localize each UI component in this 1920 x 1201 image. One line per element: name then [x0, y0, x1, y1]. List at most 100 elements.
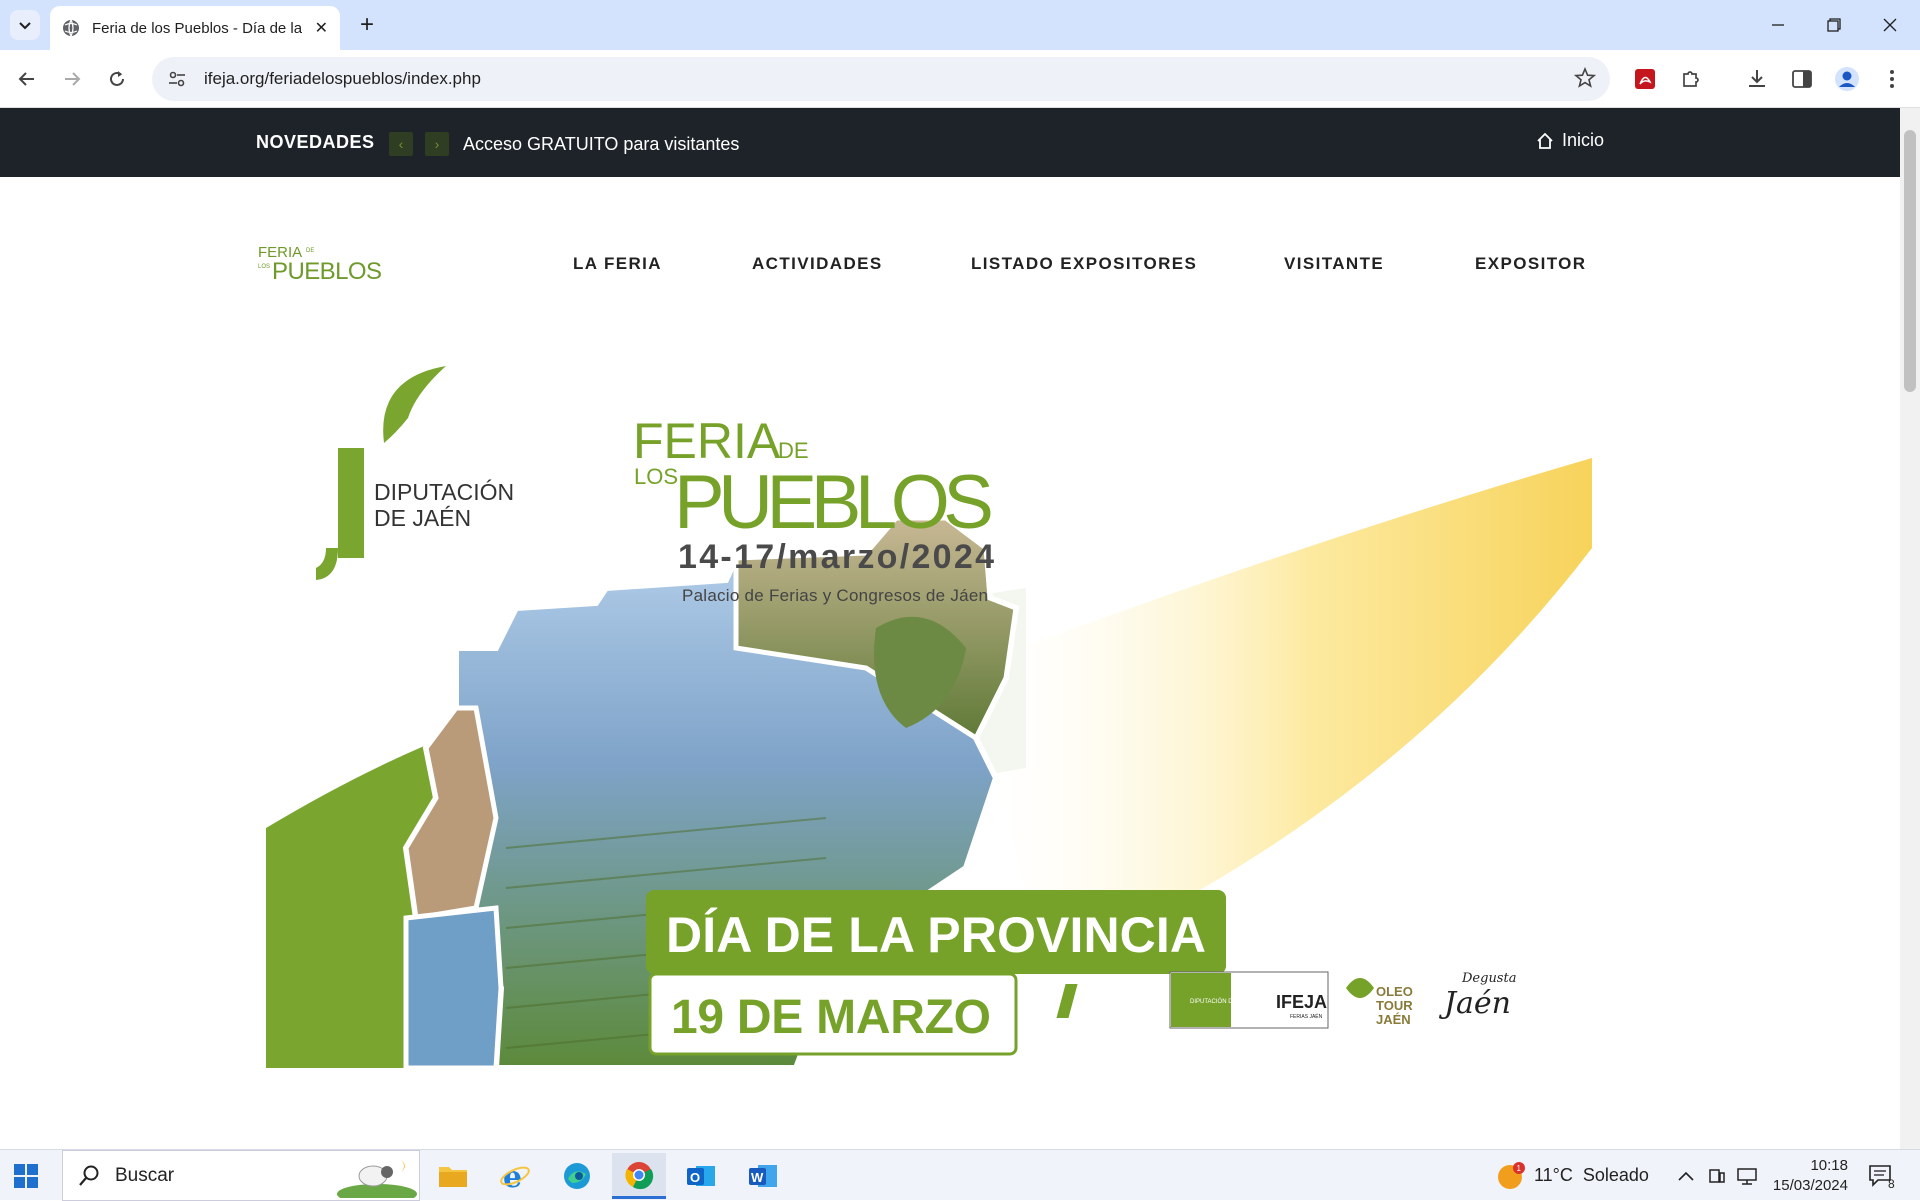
menu-actividades[interactable]: ACTIVIDADES	[752, 254, 883, 274]
taskbar-search-box[interactable]: Buscar	[62, 1150, 420, 1201]
scrollbar-thumb[interactable]	[1904, 130, 1916, 392]
sun-icon: 1	[1498, 1161, 1525, 1189]
ticker-text[interactable]: Acceso GRATUITO para visitantes	[463, 134, 739, 155]
taskbar-word[interactable]: W	[736, 1153, 790, 1199]
site-settings-icon[interactable]	[164, 70, 190, 88]
taskbar-chrome[interactable]	[612, 1153, 666, 1199]
oleotour-olive-icon	[1346, 978, 1374, 998]
chrome-icon	[625, 1161, 654, 1189]
tab-search-button[interactable]	[10, 10, 40, 40]
device-icon	[1709, 1168, 1725, 1183]
sponsor-diputacion-text: DIPUTACIÓN DE JAÉN	[1190, 998, 1254, 1005]
browser-toolbar: ifeja.org/feriadelospueblos/index.php	[0, 50, 1920, 108]
weather-widget[interactable]: 1 11°C Soleado	[1496, 1150, 1649, 1201]
close-icon	[1883, 18, 1897, 32]
menu-visitante[interactable]: VISITANTE	[1284, 254, 1384, 274]
headline-text: DÍA DE LA PROVINCIA	[666, 907, 1206, 963]
windows-start-icon[interactable]	[12, 1162, 40, 1190]
diputacion-leaf-icon	[383, 366, 446, 443]
minimize-button[interactable]	[1750, 0, 1806, 50]
svg-text:O: O	[690, 1170, 700, 1185]
show-hidden-icons-button[interactable]	[1678, 1150, 1694, 1201]
globe-icon	[63, 19, 79, 37]
menu-expositor[interactable]: EXPOSITOR	[1475, 254, 1586, 274]
word-icon: W	[749, 1165, 777, 1187]
minimize-icon	[1772, 24, 1784, 26]
taskbar-internet-explorer[interactable]: e	[488, 1153, 542, 1199]
taskbar-file-explorer[interactable]	[426, 1153, 480, 1199]
svg-text:e: e	[503, 1161, 522, 1191]
puzzle-icon	[1683, 71, 1699, 87]
tab-title: Feria de los Pueblos - Día de la	[92, 19, 302, 37]
taskbar-outlook[interactable]: O	[674, 1153, 728, 1199]
weather-text: 11°C Soleado	[1534, 1165, 1649, 1185]
menu-button[interactable]	[1875, 62, 1909, 96]
close-window-button[interactable]	[1862, 0, 1918, 50]
home-icon	[1537, 132, 1553, 149]
internet-explorer-icon: e	[500, 1161, 530, 1191]
url-text[interactable]: ifeja.org/feriadelospueblos/index.php	[204, 69, 481, 89]
title-los: LOS	[634, 464, 678, 489]
network-tray-icon[interactable]	[1736, 1150, 1758, 1201]
chevron-left-icon: ‹	[398, 136, 404, 152]
logo-los: LOS	[258, 264, 270, 270]
notification-count: 8	[1888, 1176, 1895, 1191]
devices-tray-icon[interactable]	[1708, 1150, 1726, 1201]
novedades-label: NOVEDADES	[256, 132, 375, 152]
taskbar-search-placeholder: Buscar	[115, 1164, 175, 1186]
reload-button[interactable]	[100, 62, 134, 96]
download-icon	[1749, 70, 1765, 87]
inicio-label: Inicio	[1562, 130, 1605, 150]
outlook-icon: O	[687, 1166, 715, 1186]
arrow-right-icon	[65, 72, 81, 86]
sponsor-ifeja-sub: FERIAS JAÉN	[1290, 1013, 1323, 1020]
profile-button[interactable]	[1830, 62, 1864, 96]
taskbar-edge[interactable]	[550, 1153, 604, 1199]
browser-tabstrip: Feria de los Pueblos - Día de la ✕ +	[0, 0, 1920, 50]
folder-icon	[439, 1167, 467, 1187]
reload-icon	[110, 71, 124, 86]
sponsor-oleo-2: TOUR	[1376, 998, 1413, 1013]
ticker-prev-button[interactable]: ‹	[389, 132, 413, 156]
restore-icon	[1827, 18, 1841, 32]
pdf-extension-button[interactable]	[1628, 62, 1662, 96]
extensions-button[interactable]	[1674, 62, 1708, 96]
back-button[interactable]	[10, 62, 44, 96]
chevron-right-icon: ›	[434, 136, 440, 152]
bookmark-star-icon[interactable]	[1573, 66, 1597, 94]
web-page: NOVEDADES ‹ › Acceso GRATUITO para visit…	[0, 108, 1900, 1149]
inicio-link[interactable]: Inicio	[1536, 130, 1604, 151]
date-text: 19 DE MARZO	[671, 991, 991, 1044]
browser-tab-active[interactable]: Feria de los Pueblos - Día de la ✕	[50, 6, 340, 50]
clock-date: 15/03/2024	[1772, 1176, 1848, 1194]
address-bar[interactable]: ifeja.org/feriadelospueblos/index.php	[152, 57, 1610, 101]
menu-listado-expositores[interactable]: LISTADO EXPOSITORES	[971, 254, 1197, 274]
feria-logo[interactable]: FERIA DE LOS PUEBLOS	[258, 238, 388, 288]
event-venue: Palacio de Ferias y Congresos de Jáen	[682, 586, 988, 605]
search-highlight-illustration-icon	[337, 1159, 417, 1198]
sponsor-degusta: Degusta	[1461, 971, 1516, 986]
notifications-button[interactable]: 8	[1868, 1150, 1895, 1201]
menu-la-feria[interactable]: LA FERIA	[573, 254, 662, 274]
sky-photo	[403, 905, 504, 1068]
sponsor-ifeja: IFEJA	[1276, 992, 1327, 1012]
logo-pueblos: PUEBLOS	[272, 258, 382, 285]
svg-text:W: W	[751, 1170, 764, 1185]
diputacion-line1: DIPUTACIÓN	[374, 479, 514, 505]
forward-button[interactable]	[55, 62, 89, 96]
chevron-up-icon	[1678, 1171, 1694, 1181]
diputacion-j-icon	[338, 448, 364, 558]
logo-de: DE	[306, 248, 314, 254]
page-scrollbar[interactable]	[1900, 108, 1920, 1149]
downloads-button[interactable]	[1740, 62, 1774, 96]
restore-button[interactable]	[1806, 0, 1862, 50]
hero-banner[interactable]: DÍA DE LA PROVINCIA 19 DE MARZO DIPUTACI…	[266, 348, 1592, 1068]
new-tab-button[interactable]: +	[352, 10, 382, 40]
close-tab-icon[interactable]: ✕	[315, 18, 328, 38]
clock[interactable]: 10:18 15/03/2024	[1768, 1150, 1848, 1201]
avatar-icon	[1835, 67, 1859, 91]
side-panel-button[interactable]	[1785, 62, 1819, 96]
sponsor-oleo-1: OLEO	[1376, 984, 1413, 999]
network-icon	[1737, 1167, 1757, 1185]
ticker-next-button[interactable]: ›	[425, 132, 449, 156]
